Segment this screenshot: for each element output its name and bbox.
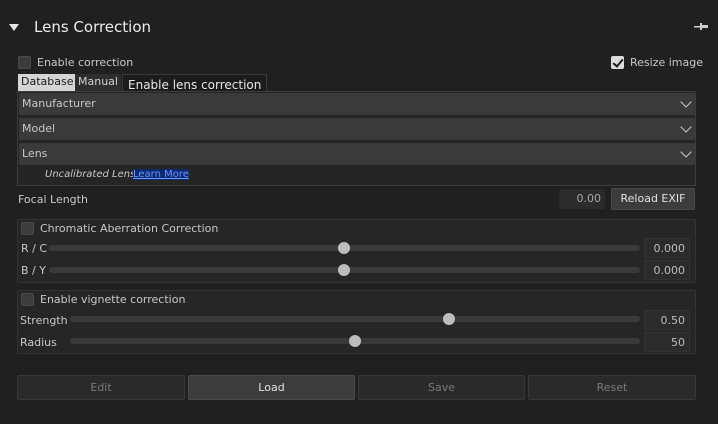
tab-manual[interactable]: Manual — [75, 74, 121, 91]
radius-value-field[interactable]: 50 — [644, 332, 690, 352]
chevron-down-icon — [680, 121, 692, 133]
manufacturer-value: Manufacturer — [22, 97, 96, 110]
manufacturer-combobox[interactable]: Manufacturer — [19, 93, 695, 115]
collapse-arrow-icon[interactable] — [9, 24, 19, 31]
strength-value-field[interactable]: 0.50 — [644, 310, 690, 330]
edit-button[interactable]: Edit — [17, 375, 185, 400]
enable-correction-checkbox[interactable] — [18, 56, 31, 69]
reset-button[interactable]: Reset — [528, 375, 696, 400]
chevron-down-icon — [680, 96, 692, 108]
save-button[interactable]: Save — [358, 375, 525, 400]
strength-label: Strength — [20, 314, 68, 327]
chevron-down-icon — [680, 146, 692, 158]
focal-length-field[interactable]: 0.00 — [559, 189, 605, 209]
reload-exif-button[interactable]: Reload EXIF — [611, 188, 695, 210]
lens-value: Lens — [22, 147, 48, 160]
strength-slider-handle[interactable] — [443, 313, 455, 325]
tab-database[interactable]: Database — [18, 74, 77, 91]
rc-label: R / C — [21, 242, 48, 255]
enable-correction-label: Enable correction — [37, 56, 134, 69]
by-label: B / Y — [21, 264, 46, 277]
lens-combobox[interactable]: Lens — [19, 143, 695, 165]
uncalibrated-lens-text: Uncalibrated Lens — [45, 169, 136, 180]
radius-slider-handle[interactable] — [349, 335, 361, 347]
chromatic-aberration-checkbox[interactable] — [21, 222, 34, 235]
by-slider-handle[interactable] — [338, 264, 350, 276]
focal-length-label: Focal Length — [18, 193, 88, 206]
strength-slider-track[interactable] — [70, 316, 640, 322]
rc-value-field[interactable]: 0.000 — [644, 238, 690, 258]
resize-image-checkbox[interactable] — [611, 56, 624, 69]
model-combobox[interactable]: Model — [19, 118, 695, 140]
rc-slider-handle[interactable] — [338, 242, 350, 254]
vignette-label: Enable vignette correction — [40, 293, 186, 306]
pin-icon[interactable] — [694, 22, 708, 32]
vignette-checkbox[interactable] — [21, 293, 34, 306]
panel-title: Lens Correction — [34, 18, 152, 36]
radius-label: Radius — [20, 336, 57, 349]
chromatic-aberration-label: Chromatic Aberration Correction — [40, 222, 219, 235]
model-value: Model — [22, 122, 56, 135]
resize-image-label: Resize image — [630, 56, 704, 69]
load-button[interactable]: Load — [188, 375, 355, 400]
learn-more-link[interactable]: Learn More — [133, 169, 189, 180]
by-value-field[interactable]: 0.000 — [644, 260, 690, 280]
